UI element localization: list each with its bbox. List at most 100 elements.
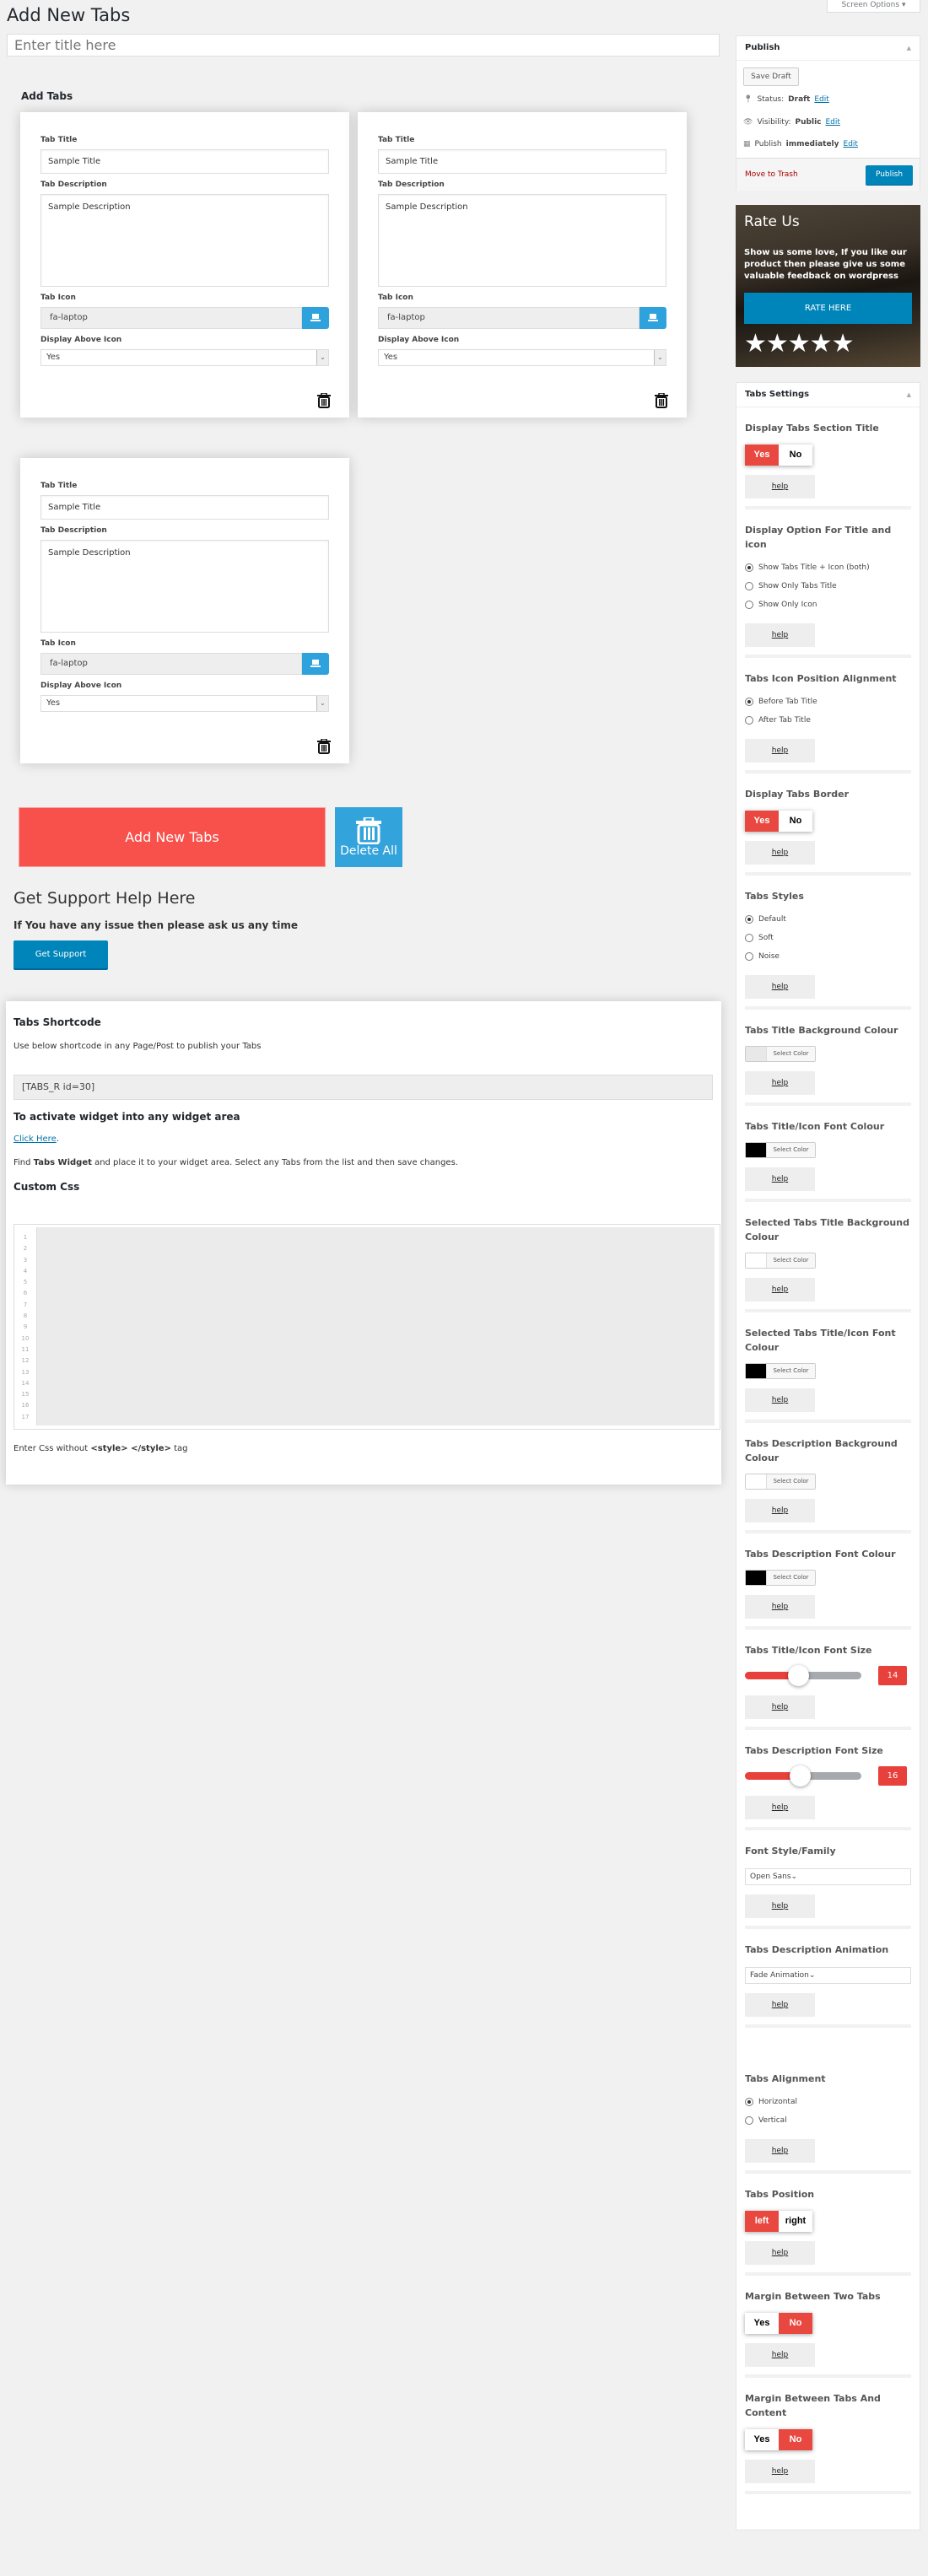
help-button[interactable]: help	[745, 1167, 815, 1191]
settings-select[interactable]: Open Sans⌄	[745, 1868, 911, 1885]
slider-handle[interactable]	[789, 1765, 811, 1786]
help-button[interactable]: help	[745, 841, 815, 865]
css-code-area[interactable]	[36, 1227, 715, 1425]
radio-button[interactable]	[745, 952, 753, 961]
radio-option[interactable]: Show Only Icon	[745, 595, 911, 614]
radio-button[interactable]	[745, 698, 753, 706]
color-picker-button[interactable]: Select Color	[745, 1363, 816, 1379]
delete-tab-trash-icon[interactable]	[317, 392, 331, 411]
rate-here-button[interactable]: RATE HERE	[744, 293, 912, 324]
help-button[interactable]: help	[745, 1796, 815, 1819]
icon-picker-button[interactable]	[302, 653, 329, 675]
help-button[interactable]: help	[745, 1071, 815, 1095]
help-button[interactable]: help	[745, 623, 815, 647]
delete-all-button[interactable]: Delete All	[335, 807, 402, 867]
radio-option[interactable]: Show Tabs Title + Icon (both)	[745, 558, 911, 577]
toggle-switch[interactable]: left right	[745, 2211, 812, 2232]
toggle-switch[interactable]: Yes No	[745, 445, 812, 466]
help-button[interactable]: help	[745, 2460, 815, 2483]
radio-option[interactable]: Before Tab Title	[745, 693, 911, 711]
display-above-icon-select[interactable]: Yes ⌄	[40, 349, 329, 366]
edit-status-link[interactable]: Edit	[814, 95, 828, 104]
toggle-option[interactable]: No	[779, 2429, 812, 2450]
icon-picker-button[interactable]	[302, 307, 329, 329]
tab-icon-input[interactable]: fa-laptop	[40, 653, 302, 675]
radio-option[interactable]: Default	[745, 910, 911, 929]
toggle-option[interactable]: Yes	[745, 811, 779, 832]
toggle-option[interactable]: No	[779, 811, 812, 832]
radio-button[interactable]	[745, 2116, 753, 2125]
tab-title-input[interactable]: Sample Title	[378, 149, 666, 174]
radio-button[interactable]	[745, 582, 753, 590]
radio-button[interactable]	[745, 601, 753, 609]
tab-title-input[interactable]: Sample Title	[40, 495, 329, 520]
tab-description-textarea[interactable]: Sample Description	[40, 194, 329, 287]
radio-button[interactable]	[745, 716, 753, 725]
color-picker-button[interactable]: Select Color	[745, 1253, 816, 1269]
edit-publish-time-link[interactable]: Edit	[844, 140, 858, 148]
delete-tab-trash-icon[interactable]	[317, 738, 331, 757]
display-above-icon-select[interactable]: Yes ⌄	[378, 349, 666, 366]
toggle-option[interactable]: right	[779, 2211, 812, 2232]
tab-description-textarea[interactable]: Sample Description	[378, 194, 666, 287]
display-above-icon-select[interactable]: Yes ⌄	[40, 695, 329, 712]
collapse-arrow-icon[interactable]: ▲	[907, 36, 911, 60]
radio-button[interactable]	[745, 934, 753, 942]
help-button[interactable]: help	[745, 2343, 815, 2367]
tab-title-input[interactable]: Sample Title	[40, 149, 329, 174]
screen-options-button[interactable]: Screen Options ▾	[827, 0, 920, 13]
toggle-option[interactable]: No	[779, 2313, 812, 2334]
slider-handle[interactable]	[788, 1664, 810, 1686]
help-button[interactable]: help	[745, 975, 815, 999]
delete-tab-trash-icon[interactable]	[655, 392, 668, 411]
radio-option[interactable]: Vertical	[745, 2111, 911, 2130]
help-button[interactable]: help	[745, 1894, 815, 1918]
custom-css-editor[interactable]: 123456789101112131415161718	[13, 1224, 720, 1430]
radio-option[interactable]: Horizontal	[745, 2093, 911, 2111]
click-here-link[interactable]: Click Here	[13, 1134, 57, 1144]
add-new-tabs-button[interactable]: Add New Tabs	[19, 807, 326, 867]
toggle-switch[interactable]: Yes No	[745, 2313, 812, 2334]
help-button[interactable]: help	[745, 1388, 815, 1412]
tab-icon-input[interactable]: fa-laptop	[40, 307, 302, 329]
settings-select[interactable]: Fade Animation⌄	[745, 1967, 911, 1984]
toggle-option[interactable]: Yes	[745, 2429, 779, 2450]
help-button[interactable]: help	[745, 2139, 815, 2163]
help-button[interactable]: help	[745, 1499, 815, 1522]
color-picker-button[interactable]: Select Color	[745, 1474, 816, 1490]
radio-option[interactable]: Show Only Tabs Title	[745, 577, 911, 595]
color-picker-button[interactable]: Select Color	[745, 1046, 816, 1062]
title-input[interactable]	[7, 34, 720, 57]
radio-option[interactable]: Soft	[745, 929, 911, 947]
get-support-button[interactable]: Get Support	[13, 940, 108, 970]
radio-button[interactable]	[745, 563, 753, 572]
color-picker-button[interactable]: Select Color	[745, 1570, 816, 1586]
radio-button[interactable]	[745, 915, 753, 924]
help-button[interactable]: help	[745, 1993, 815, 2017]
toggle-option[interactable]: Yes	[745, 2313, 779, 2334]
save-draft-button[interactable]: Save Draft	[743, 67, 799, 86]
rating-stars[interactable]: ★★★★★	[744, 331, 854, 357]
help-button[interactable]: help	[745, 1595, 815, 1619]
tab-icon-input[interactable]: fa-laptop	[378, 307, 639, 329]
slider-track[interactable]	[745, 1664, 861, 1686]
toggle-option[interactable]: Yes	[745, 445, 779, 466]
toggle-option[interactable]: left	[745, 2211, 779, 2232]
radio-option[interactable]: After Tab Title	[745, 711, 911, 730]
publish-button[interactable]: Publish	[866, 165, 913, 186]
color-picker-button[interactable]: Select Color	[745, 1142, 816, 1158]
help-button[interactable]: help	[745, 475, 815, 498]
radio-option[interactable]: Noise	[745, 947, 911, 966]
icon-picker-button[interactable]	[639, 307, 666, 329]
slider-track[interactable]	[745, 1765, 861, 1786]
collapse-arrow-icon[interactable]: ▲	[907, 383, 911, 407]
toggle-switch[interactable]: Yes No	[745, 811, 812, 832]
help-button[interactable]: help	[745, 1278, 815, 1301]
toggle-option[interactable]: No	[779, 445, 812, 466]
help-button[interactable]: help	[745, 2241, 815, 2265]
help-button[interactable]: help	[745, 1695, 815, 1719]
toggle-switch[interactable]: Yes No	[745, 2429, 812, 2450]
tab-description-textarea[interactable]: Sample Description	[40, 540, 329, 633]
radio-button[interactable]	[745, 2098, 753, 2106]
shortcode-field[interactable]: [TABS_R id=30]	[13, 1075, 713, 1100]
